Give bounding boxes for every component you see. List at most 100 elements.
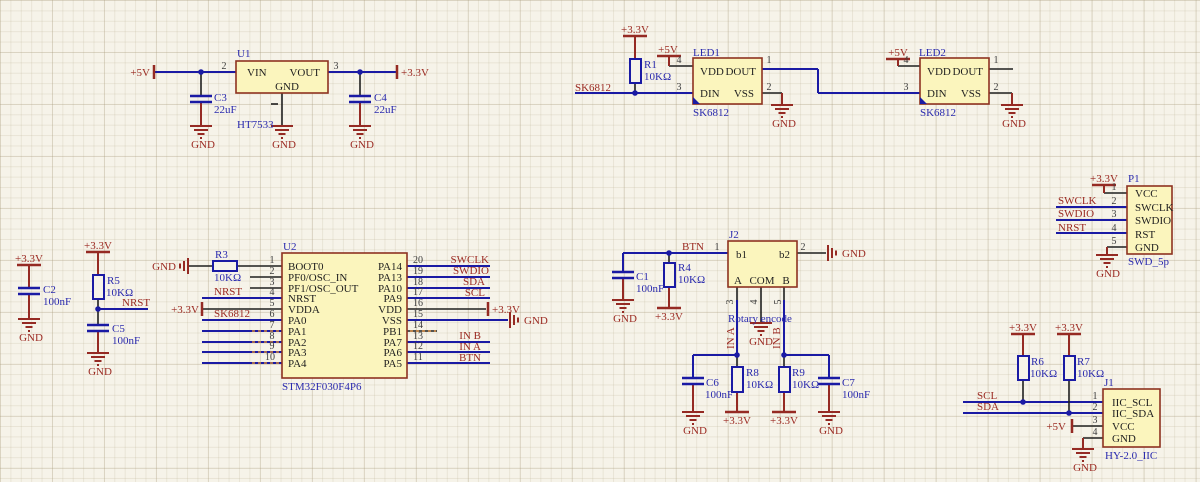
pin-name-din[interactable]: DIN <box>927 88 947 100</box>
pin-number-1[interactable]: 1 <box>1112 182 1117 193</box>
pin-name-swclk[interactable]: SWCLK <box>1135 202 1174 214</box>
designator-10k[interactable]: 10KΩ <box>746 379 773 391</box>
pin-name-vcc[interactable]: VCC <box>1112 421 1135 433</box>
net-label-gnd[interactable]: GND <box>524 315 548 327</box>
net-label-gnd[interactable]: GND <box>1096 268 1120 280</box>
pin-number-20[interactable]: 20 <box>413 255 423 266</box>
pin-number-2[interactable]: 2 <box>801 242 806 253</box>
pin-name-vcc[interactable]: VCC <box>1135 188 1158 200</box>
pin-number-3[interactable]: 3 <box>1093 415 1098 426</box>
designator-100nf[interactable]: 100nF <box>112 335 140 347</box>
net-label-btn[interactable]: BTN <box>459 352 481 364</box>
pin-number-1[interactable]: 1 <box>994 55 999 66</box>
designator-10k[interactable]: 10KΩ <box>644 71 671 83</box>
net-label-swdio[interactable]: SWDIO <box>1058 208 1094 220</box>
resistor-r6[interactable] <box>1018 356 1029 380</box>
pin-number-15[interactable]: 15 <box>413 309 423 320</box>
pin-number-9[interactable]: 9 <box>270 341 275 352</box>
net-label-gnd[interactable]: GND <box>191 139 215 151</box>
pin-number-4[interactable]: 4 <box>1112 223 1117 234</box>
net-label-+3.3v[interactable]: +3.3V <box>492 304 520 316</box>
pin-name-vss[interactable]: VSS <box>734 88 754 100</box>
pin-name-din[interactable]: DIN <box>700 88 720 100</box>
pin-name-swdio[interactable]: SWDIO <box>1135 215 1171 227</box>
designator-c3[interactable]: C3 <box>214 92 227 104</box>
pin-number-3[interactable]: 3 <box>1112 209 1117 220</box>
net-label-gnd[interactable]: GND <box>1002 118 1026 130</box>
designator-100nf[interactable]: 100nF <box>636 283 664 295</box>
net-label-+5v[interactable]: +5V <box>1046 421 1066 433</box>
designator-r4[interactable]: R4 <box>678 262 691 274</box>
pin-name-vdd[interactable]: VDD <box>700 66 724 78</box>
designator-10k[interactable]: 10KΩ <box>214 272 241 284</box>
net-label-gnd[interactable]: GND <box>683 425 707 437</box>
designator-100nf[interactable]: 100nF <box>43 296 71 308</box>
pin-number-11[interactable]: 11 <box>413 352 423 363</box>
designator-r9[interactable]: R9 <box>792 367 805 379</box>
pin-name-gnd[interactable]: GND <box>1112 433 1136 445</box>
designator-sk6812[interactable]: SK6812 <box>693 107 729 119</box>
resistor-r7[interactable] <box>1064 356 1075 380</box>
pin-name-b2[interactable]: b2 <box>779 249 790 261</box>
pin-name-dout[interactable]: DOUT <box>952 66 983 78</box>
pin-name-iic-sda[interactable]: IIC_SDA <box>1112 408 1154 420</box>
net-label-gnd[interactable]: GND <box>88 366 112 378</box>
pin-number-2[interactable]: 2 <box>270 266 275 277</box>
pin-name-gnd[interactable]: GND <box>1135 242 1159 254</box>
net-label-scl[interactable]: SCL <box>465 287 485 299</box>
designator-rotary-encode[interactable]: Rotary encode <box>728 313 792 325</box>
designator-ht7533[interactable]: HT7533 <box>237 119 274 131</box>
net-label-+3.3v[interactable]: +3.3V <box>84 240 112 252</box>
designator-c7[interactable]: C7 <box>842 377 855 389</box>
designator-10k[interactable]: 10KΩ <box>1030 368 1057 380</box>
designator-c4[interactable]: C4 <box>374 92 387 104</box>
pin-name-vin[interactable]: VIN <box>247 67 267 79</box>
pin-number-2[interactable]: 2 <box>222 61 227 72</box>
resistor-r3[interactable] <box>213 261 237 271</box>
designator-c5[interactable]: C5 <box>112 323 125 335</box>
designator-r1[interactable]: R1 <box>644 59 657 71</box>
net-label-+3.3v[interactable]: +3.3V <box>401 67 429 79</box>
resistor-r5[interactable] <box>93 275 104 299</box>
designator-c1[interactable]: C1 <box>636 271 649 283</box>
pin-name-vss[interactable]: VSS <box>961 88 981 100</box>
net-label-+5v[interactable]: +5V <box>658 44 678 56</box>
net-label-gnd[interactable]: GND <box>749 336 773 348</box>
designator-hy-2.0-iic[interactable]: HY-2.0_IIC <box>1105 450 1157 462</box>
pin-name-com[interactable]: COM <box>749 275 774 287</box>
net-label-sda[interactable]: SDA <box>977 401 999 413</box>
pin-number-5[interactable]: 5 <box>270 298 275 309</box>
pin-name-b[interactable]: B <box>782 275 789 287</box>
net-label-gnd[interactable]: GND <box>152 261 176 273</box>
pin-number-1[interactable]: 1 <box>715 242 720 253</box>
designator-c6[interactable]: C6 <box>706 377 719 389</box>
pin-number-2[interactable]: 2 <box>767 82 772 93</box>
net-label-gnd[interactable]: GND <box>1073 462 1097 474</box>
net-label-gnd[interactable]: GND <box>272 139 296 151</box>
designator-sk6812[interactable]: SK6812 <box>920 107 956 119</box>
pin-number-2[interactable]: 2 <box>1112 196 1117 207</box>
pin-number-6[interactable]: 6 <box>270 309 275 320</box>
net-label-+3.3v[interactable]: +3.3V <box>723 415 751 427</box>
designator-c2[interactable]: C2 <box>43 284 56 296</box>
pin-number-1[interactable]: 1 <box>767 55 772 66</box>
designator-p1[interactable]: P1 <box>1128 173 1140 185</box>
designator-swd-5p[interactable]: SWD_5p <box>1128 256 1169 268</box>
net-label-+3.3v[interactable]: +3.3V <box>1055 322 1083 334</box>
net-label-swclk[interactable]: SWCLK <box>1058 195 1097 207</box>
designator-r8[interactable]: R8 <box>746 367 759 379</box>
pin-name-b1[interactable]: b1 <box>736 249 747 261</box>
pin-number-12[interactable]: 12 <box>413 341 423 352</box>
resistor-r1[interactable] <box>630 59 641 83</box>
pin-number-4[interactable]: 4 <box>270 287 275 298</box>
pin-number-4[interactable]: 4 <box>677 55 682 66</box>
designator-j1[interactable]: J1 <box>1104 377 1114 389</box>
pin-number-2[interactable]: 2 <box>1093 402 1098 413</box>
designator-100nf[interactable]: 100nF <box>705 389 733 401</box>
pin-number-10[interactable]: 10 <box>265 352 275 363</box>
net-label-btn[interactable]: BTN <box>682 241 704 253</box>
pin-number-17[interactable]: 17 <box>413 287 423 298</box>
pin-name-dout[interactable]: DOUT <box>725 66 756 78</box>
net-label-+3.3v[interactable]: +3.3V <box>171 304 199 316</box>
net-label-sk6812[interactable]: SK6812 <box>575 82 611 94</box>
